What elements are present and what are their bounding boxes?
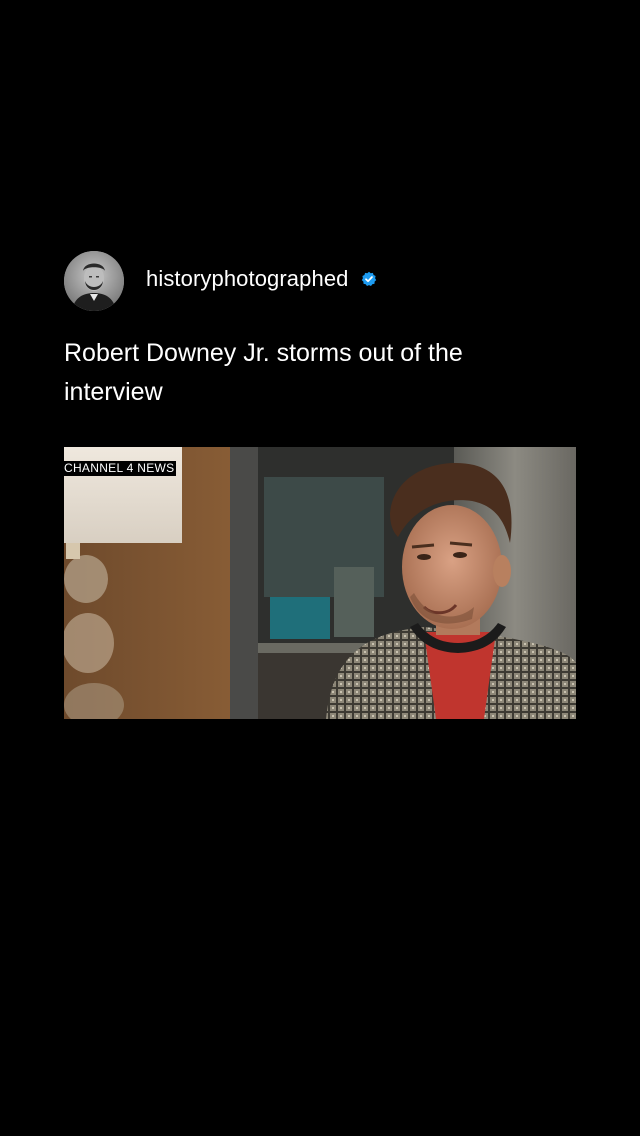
post-card: historyphotographed Robert Downey Jr. st… bbox=[64, 250, 576, 719]
video-thumbnail[interactable]: CHANNEL 4 NEWS bbox=[64, 447, 576, 719]
avatar[interactable] bbox=[64, 251, 124, 311]
interview-scene-image bbox=[64, 447, 576, 719]
channel-watermark: CHANNEL 4 NEWS bbox=[64, 461, 177, 476]
portrait-icon bbox=[64, 251, 124, 311]
post-caption: Robert Downey Jr. storms out of the inte… bbox=[64, 339, 463, 406]
username[interactable]: historyphotographed bbox=[146, 266, 349, 292]
username-row: historyphotographed bbox=[146, 266, 377, 292]
verified-badge-icon bbox=[361, 271, 377, 287]
post-header: historyphotographed bbox=[64, 250, 576, 312]
